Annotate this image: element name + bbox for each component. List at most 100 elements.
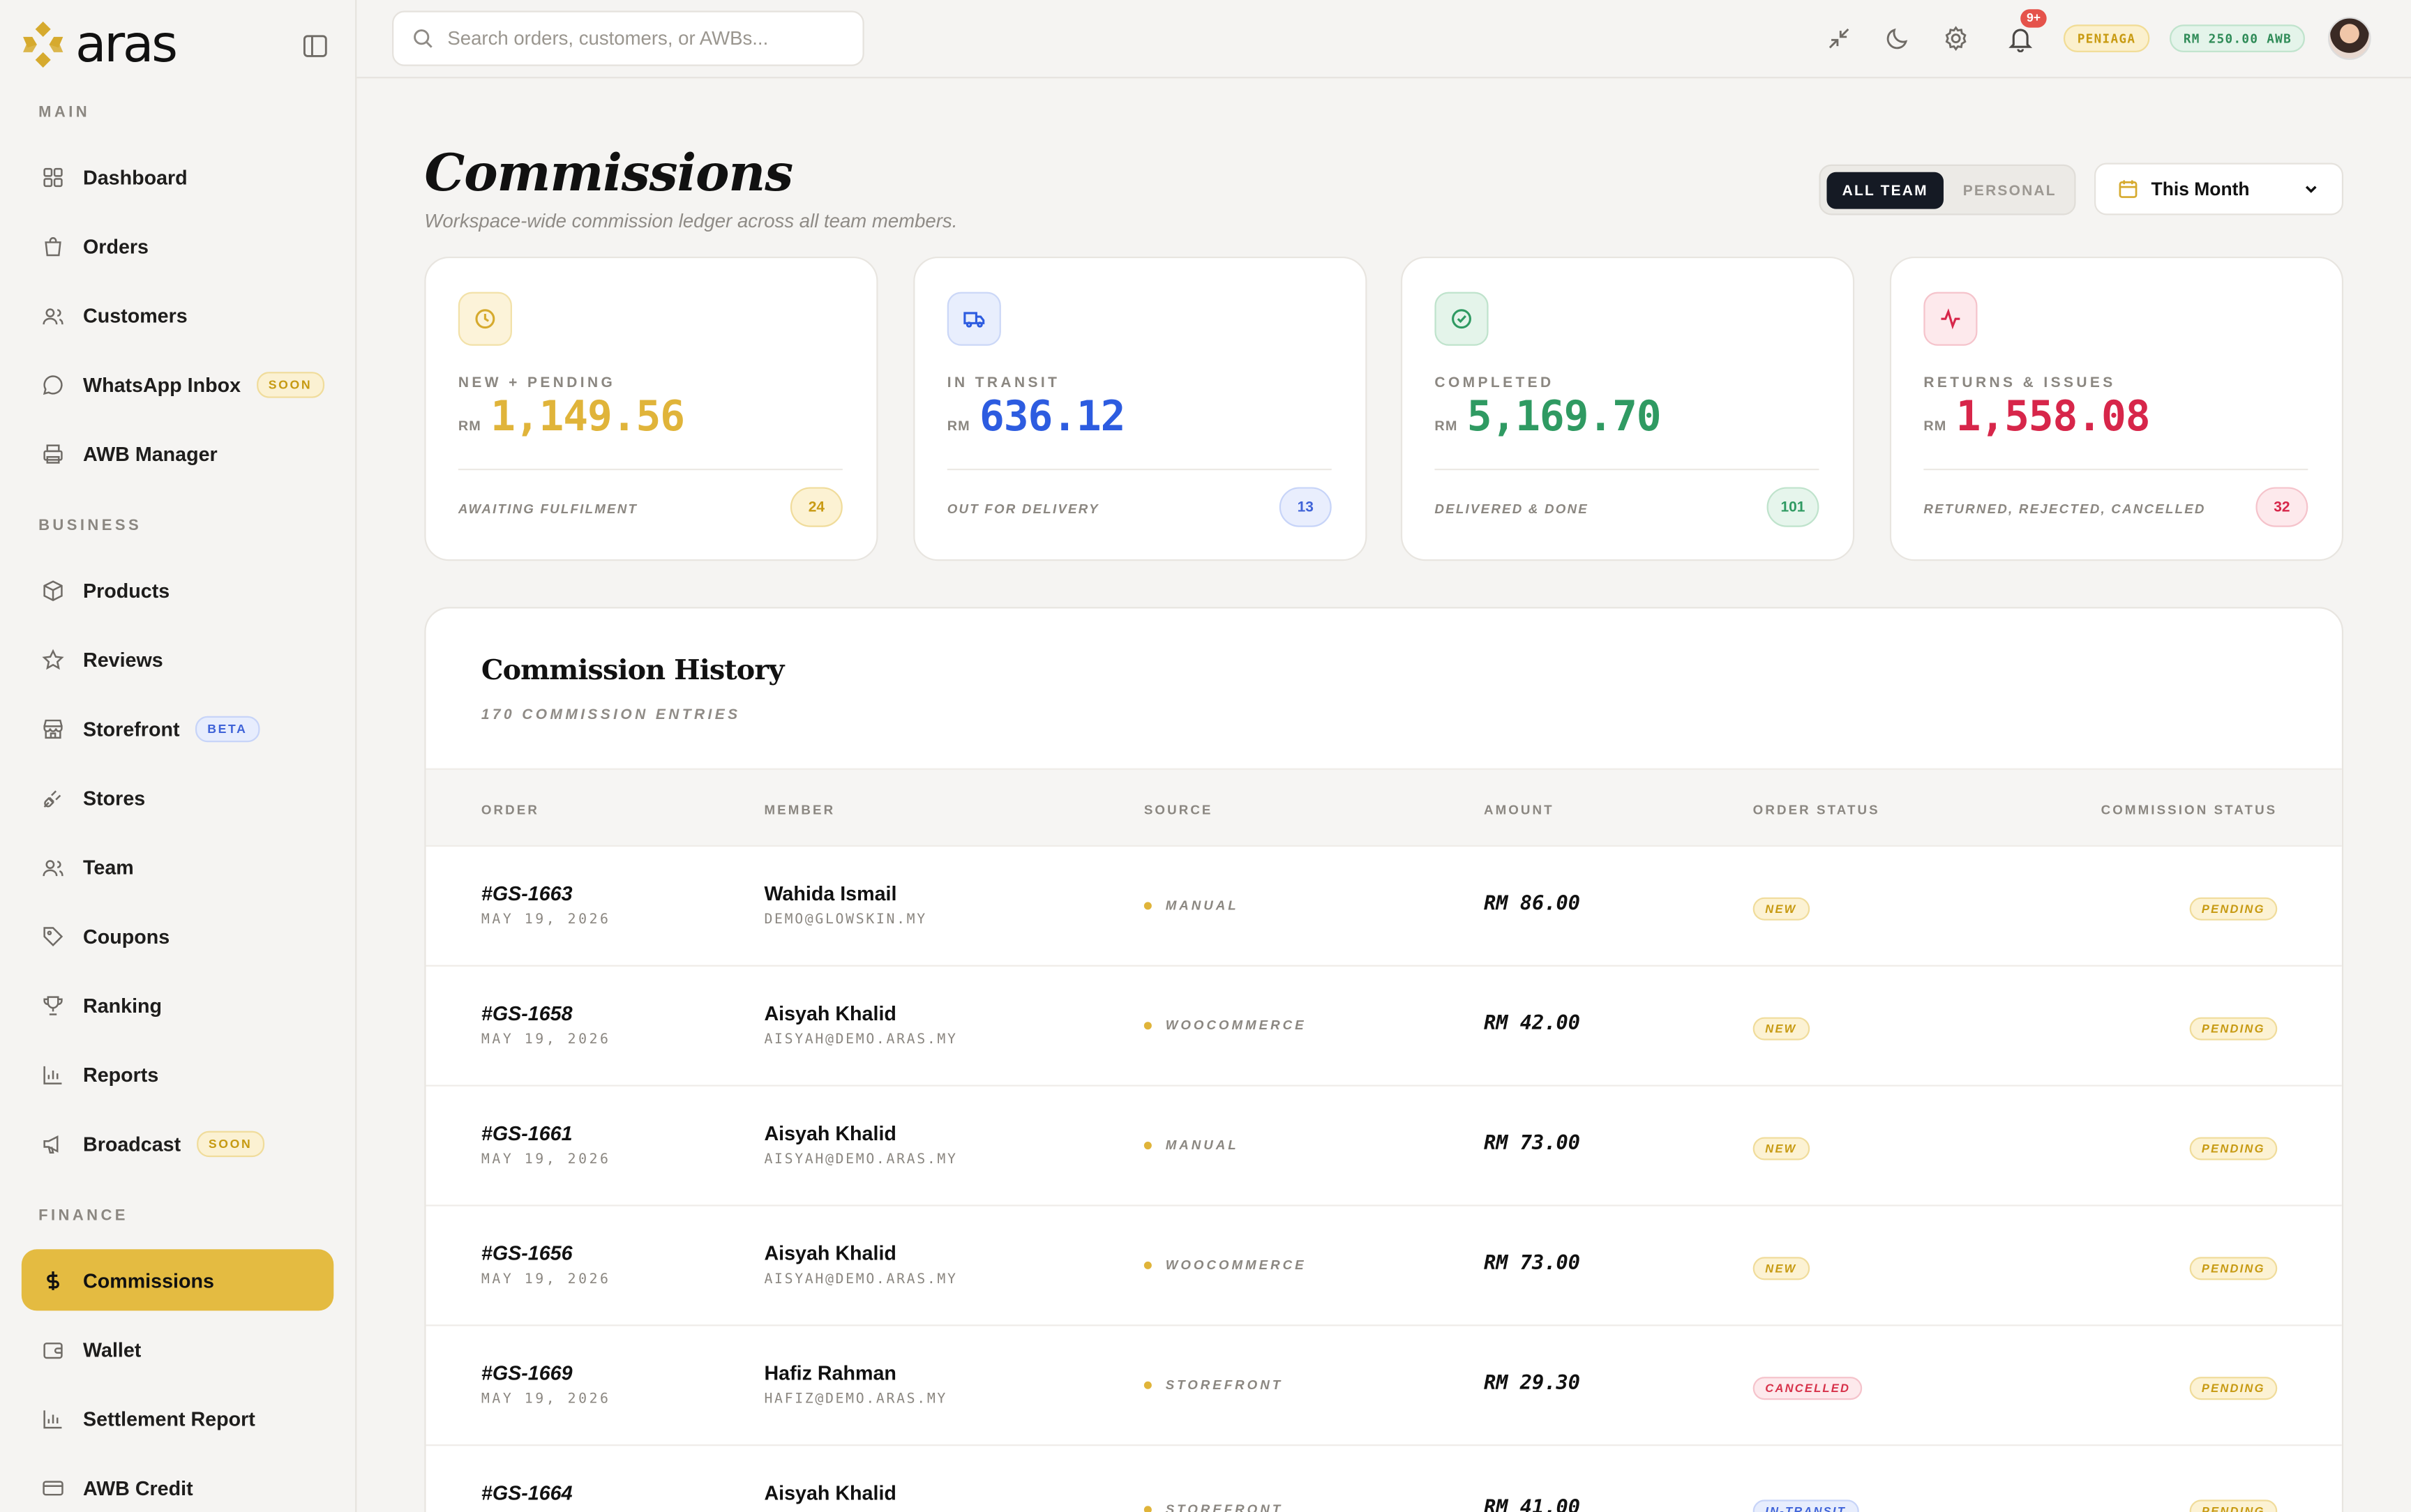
sidebar-item-awb-credit[interactable]: AWB Credit [22,1457,333,1512]
stat-value-group: RM 636.12 [947,393,1126,441]
table-row[interactable]: #GS-1658 MAY 19, 2026 Aisyah Khalid AISY… [426,967,2342,1087]
table-row[interactable]: #GS-1669 MAY 19, 2026 Hafiz Rahman HAFIZ… [426,1326,2342,1446]
source-dot [1143,1260,1152,1269]
source-dot [1143,1140,1152,1149]
order-id[interactable]: #GS-1656 [481,1241,573,1264]
notification-count-badge: 9+ [2020,9,2047,28]
personal-tab[interactable]: PERSONAL [1950,172,2070,209]
source: MANUAL [1143,897,1239,913]
awb-balance-badge[interactable]: RM 250.00 AWB [2169,24,2306,52]
truck-icon [947,292,1001,346]
sidebar-item-products[interactable]: Products [22,559,333,621]
shopping-bag-icon [45,236,61,256]
column-header-source[interactable]: SOURCE [1144,802,1213,817]
order-id[interactable]: #GS-1664 [481,1481,573,1504]
chat-icon [43,375,63,394]
order-date: MAY 19, 2026 [481,1152,611,1168]
sidebar-item-coupons[interactable]: Coupons [22,905,333,967]
sidebar-item-customers[interactable]: Customers [22,285,333,346]
printer-icon [43,444,63,463]
sidebar-item-orders[interactable]: Orders [22,215,333,276]
brand-name: aras [75,13,178,74]
order-status-badge: NEW [1752,897,1810,921]
check-circle-icon [1434,292,1489,346]
source: STOREFRONT [1143,1502,1283,1512]
divider [1434,469,1819,471]
all-team-tab[interactable]: ALL TEAM [1826,172,1944,209]
currency-label: RM [1434,418,1458,434]
sidebar-item-label: Settlement Report [83,1407,255,1430]
brand-logo[interactable]: aras [20,13,178,74]
bar-chart-icon [43,1065,62,1084]
table-row[interactable]: #GS-1664 Aisyah Khalid STOREFRONT RM 41.… [426,1446,2342,1512]
commission-status-badge: PENDING [2189,897,2278,921]
order-date: MAY 19, 2026 [481,1272,611,1288]
table-row[interactable]: #GS-1663 MAY 19, 2026 Wahida Ismail DEMO… [426,847,2342,967]
moon-icon[interactable] [1884,24,1911,52]
sidebar-item-team[interactable]: Team [22,836,333,898]
stat-value: 636.12 [979,393,1125,441]
stat-card-completed[interactable]: COMPLETED RM 5,169.70 DELIVERED & DONE 1… [1400,256,1855,561]
commission-status-badge: PENDING [2189,1257,2278,1280]
stat-card-returns-issues[interactable]: RETURNS & ISSUES RM 1,558.08 RETURNED, R… [1889,256,2344,561]
column-header-member[interactable]: MEMBER [764,802,835,817]
sidebar-toggle-icon[interactable] [301,32,329,60]
sidebar-item-ranking[interactable]: Ranking [22,974,333,1036]
search-input[interactable]: Search orders, customers, or AWBs... [392,10,864,66]
bell-icon[interactable] [2006,24,2034,52]
sidebar-item-reviews[interactable]: Reviews [22,628,333,690]
source-dot [1143,901,1152,909]
page-title: Commissions [424,142,793,203]
scope-toggle: ALL TEAM PERSONAL [1819,164,2076,216]
source-label: MANUAL [1165,1137,1239,1153]
stat-footer: RETURNED, REJECTED, CANCELLED [1923,501,2206,517]
credit-card-icon [43,1480,63,1495]
order-id[interactable]: #GS-1658 [481,1002,573,1025]
count-badge: 32 [2255,487,2308,527]
sidebar-item-broadcast[interactable]: Broadcast SOON [22,1112,333,1174]
stat-card-new-pending[interactable]: NEW + PENDING RM 1,149.56 AWAITING FULFI… [424,256,878,561]
sidebar-item-whatsapp-inbox[interactable]: WhatsApp Inbox SOON [22,354,333,415]
sidebar-item-awb-manager[interactable]: AWB Manager [22,423,333,484]
sidebar-item-wallet[interactable]: Wallet [22,1318,333,1379]
gear-icon[interactable] [1942,24,1970,52]
commission-status-badge: PENDING [2189,1017,2278,1041]
order-id[interactable]: #GS-1663 [481,882,573,905]
clock-icon [458,292,512,346]
stat-label: COMPLETED [1434,375,1554,392]
table-header: ORDER MEMBER SOURCE AMOUNT ORDER STATUS … [426,768,2342,847]
sidebar-item-label: Orders [83,234,149,258]
member-email: AISYAH@DEMO.ARAS.MY [764,1272,958,1288]
table-row[interactable]: #GS-1661 MAY 19, 2026 Aisyah Khalid AISY… [426,1087,2342,1207]
sidebar-item-stores[interactable]: Stores [22,766,333,828]
sidebar-item-storefront[interactable]: Storefront BETA [22,697,333,759]
source-label: MANUAL [1165,897,1239,913]
page-subtitle: Workspace-wide commission ledger across … [424,210,958,232]
column-header-amount[interactable]: AMOUNT [1484,802,1554,817]
table-row[interactable]: #GS-1656 MAY 19, 2026 Aisyah Khalid AISY… [426,1207,2342,1326]
column-header-order[interactable]: ORDER [481,802,539,817]
stat-card-in-transit[interactable]: IN TRANSIT RM 636.12 OUT FOR DELIVERY 13 [913,256,1367,561]
order-id[interactable]: #GS-1669 [481,1361,573,1384]
sidebar-item-dashboard[interactable]: Dashboard [22,146,333,207]
activity-icon [1923,292,1978,346]
order-id[interactable]: #GS-1661 [481,1121,573,1144]
sidebar-item-reports[interactable]: Reports [22,1043,333,1105]
avatar[interactable] [2328,17,2371,60]
sidebar-item-settlement-report[interactable]: Settlement Report [22,1388,333,1449]
source: WOOCOMMERCE [1143,1018,1307,1033]
stat-footer: DELIVERED & DONE [1434,501,1589,517]
entries-count: 170 COMMISSION ENTRIES [481,706,741,724]
sidebar-item-label: AWB Manager [83,441,218,465]
users-icon [43,308,63,324]
currency-label: RM [947,418,970,434]
minimize-icon[interactable] [1825,24,1853,52]
commission-status-badge: PENDING [2189,1137,2278,1161]
column-header-order-status[interactable]: ORDER STATUS [1753,802,1880,817]
date-range-select[interactable]: This Month [2094,162,2344,216]
column-header-commission-status[interactable]: COMMISSION STATUS [2101,802,2278,817]
sidebar-item-commissions[interactable]: Commissions [21,1249,334,1311]
search-placeholder: Search orders, customers, or AWBs... [447,27,769,50]
order-date: MAY 19, 2026 [481,1032,611,1048]
stat-value-group: RM 1,149.56 [458,393,685,441]
